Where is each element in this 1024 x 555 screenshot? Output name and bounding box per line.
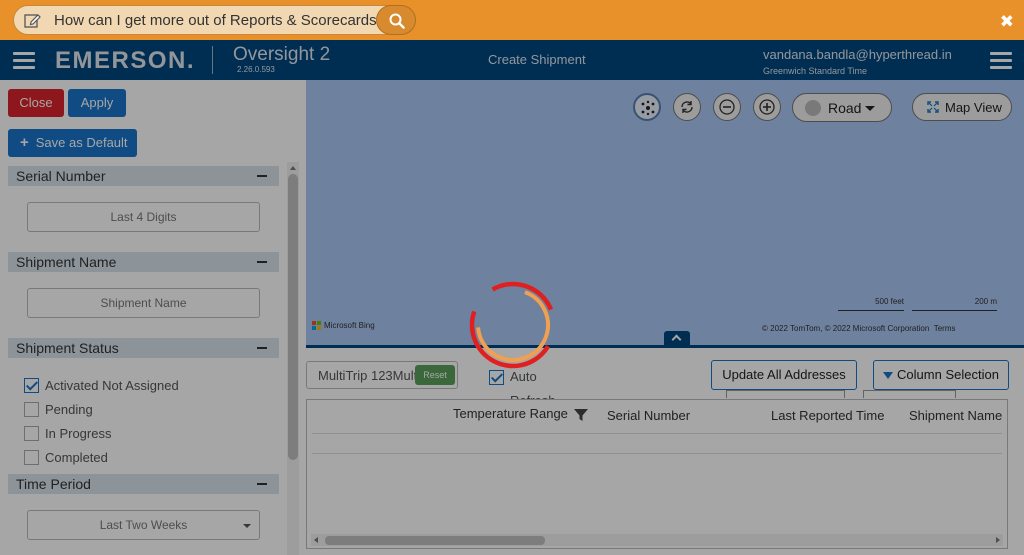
loading-spinner-icon	[469, 281, 557, 369]
help-question-pill[interactable]: How can I get more out of Reports & Scor…	[13, 5, 415, 35]
close-icon[interactable]: ✖	[1000, 13, 1014, 30]
edit-icon	[24, 14, 41, 28]
help-search-button[interactable]	[376, 5, 416, 35]
help-question-text: How can I get more out of Reports & Scor…	[54, 12, 385, 29]
help-bar: How can I get more out of Reports & Scor…	[0, 0, 1024, 40]
search-icon	[389, 13, 405, 29]
